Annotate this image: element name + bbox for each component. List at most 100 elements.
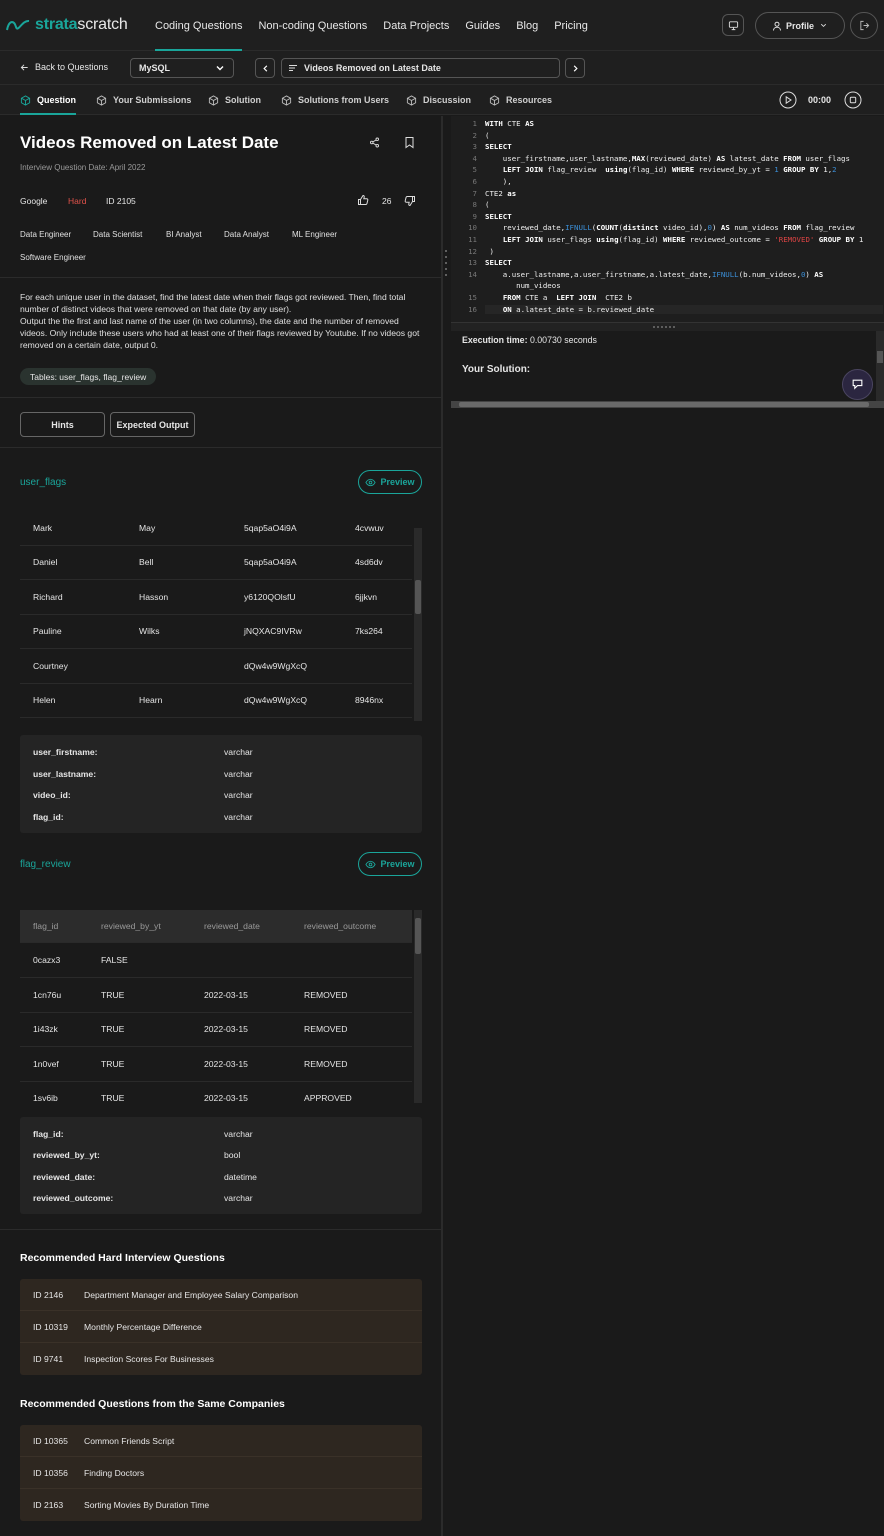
rec-name: Department Manager and Employee Salary C… bbox=[84, 1289, 298, 1300]
cell: 1i43zk bbox=[33, 1023, 58, 1034]
rec-id: ID 2146 bbox=[33, 1289, 64, 1300]
cube-icon bbox=[406, 94, 417, 106]
table-row: 0cazx3 FALSE bbox=[20, 943, 412, 978]
list-item[interactable]: ID 10319 Monthly Percentage Difference bbox=[20, 1311, 422, 1343]
scrollbar-thumb[interactable] bbox=[415, 918, 421, 954]
recommended-hard-title: Recommended Hard Interview Questions bbox=[20, 1252, 225, 1264]
question-title-value: Videos Removed on Latest Date bbox=[304, 63, 441, 73]
resize-handle-horizontal[interactable] bbox=[451, 322, 884, 331]
logo[interactable]: stratascratch bbox=[5, 13, 128, 37]
line-number: 5 bbox=[472, 165, 477, 175]
drag-dots-icon bbox=[653, 326, 675, 328]
code-line: a.user_lastname,a.user_firstname,a.lates… bbox=[485, 269, 824, 279]
execution-time-value: 0.00730 seconds bbox=[529, 335, 597, 345]
list-item[interactable]: ID 2163 Sorting Movies By Duration Time bbox=[20, 1489, 422, 1521]
chevron-down-icon bbox=[216, 66, 224, 71]
schema-type: varchar bbox=[224, 812, 253, 822]
cell: dQw4w9WgXcQ bbox=[244, 694, 308, 705]
table-scrollbar[interactable] bbox=[414, 910, 422, 1103]
tab-label: Your Submissions bbox=[113, 95, 192, 105]
schema-row: flag_id: bbox=[33, 812, 64, 822]
stop-timer-button[interactable] bbox=[844, 85, 862, 115]
code-line: SELECT bbox=[485, 211, 512, 221]
rec-id: ID 2163 bbox=[33, 1500, 64, 1510]
divider bbox=[0, 277, 441, 278]
dislike-button[interactable] bbox=[404, 195, 416, 209]
list-item[interactable]: ID 2146 Department Manager and Employee … bbox=[20, 1279, 422, 1311]
code-line: ON a.latest_date = b.reviewed_date bbox=[485, 304, 883, 314]
cell: 5qap5aO4i9A bbox=[244, 556, 297, 567]
code-line: CTE2 as bbox=[485, 188, 517, 198]
cube-icon bbox=[281, 94, 292, 106]
preview-flag-review-button[interactable]: Preview bbox=[358, 852, 422, 876]
play-timer-button[interactable] bbox=[779, 85, 797, 115]
profile-button[interactable]: Profile bbox=[755, 12, 845, 39]
tab-solution[interactable]: Solution bbox=[208, 85, 261, 115]
list-item[interactable]: ID 10356 Finding Doctors bbox=[20, 1457, 422, 1489]
scrollbar-thumb[interactable] bbox=[877, 351, 883, 363]
recommended-same-companies-title: Recommended Questions from the Same Comp… bbox=[20, 1398, 285, 1410]
tab-resources[interactable]: Resources bbox=[489, 85, 552, 115]
eye-icon bbox=[365, 478, 377, 486]
tables-pill: Tables: user_flags, flag_review bbox=[20, 368, 157, 385]
nav-non-coding-questions[interactable]: Non-coding Questions bbox=[258, 0, 367, 51]
recommended-hard-list: ID 2146 Department Manager and Employee … bbox=[20, 1279, 422, 1375]
tab-discussion[interactable]: Discussion bbox=[406, 85, 471, 115]
preview-user-flags-button[interactable]: Preview bbox=[358, 470, 422, 494]
cell: REMOVED bbox=[304, 1058, 348, 1069]
code-editor[interactable]: 1 WITH CTE AS 2 (3 SELECT 4 user_firstname,us… bbox=[451, 116, 884, 322]
code-line: ) bbox=[485, 246, 494, 256]
results-horizontal-scrollbar[interactable] bbox=[451, 401, 884, 408]
role-tag: ML Engineer bbox=[292, 230, 338, 239]
execution-time-label: Execution time: bbox=[462, 335, 528, 345]
your-solution-label: Your Solution: bbox=[462, 364, 531, 375]
chevron-right-icon bbox=[573, 64, 578, 72]
logout-button[interactable] bbox=[850, 12, 878, 39]
nav-blog[interactable]: Blog bbox=[516, 0, 538, 51]
resize-handle-vertical[interactable] bbox=[444, 248, 448, 278]
schema-row: user_firstname: bbox=[33, 747, 97, 757]
line-number: 8 bbox=[472, 200, 477, 210]
results-panel: Execution time: 0.00730 seconds Your Sol… bbox=[451, 331, 884, 409]
like-button[interactable] bbox=[357, 194, 369, 208]
scrollbar-thumb[interactable] bbox=[459, 402, 869, 407]
logo-text: stratascratch bbox=[35, 16, 128, 33]
cell: dQw4w9WgXcQ bbox=[244, 660, 308, 671]
hints-button[interactable]: Hints bbox=[20, 412, 105, 437]
question-title-field[interactable]: Videos Removed on Latest Date bbox=[281, 58, 560, 78]
main-nav: Coding Questions Non-coding Questions Da… bbox=[155, 0, 604, 51]
previous-question-button[interactable] bbox=[255, 58, 275, 78]
list-item[interactable]: ID 9741 Inspection Scores For Businesses bbox=[20, 1343, 422, 1375]
cell: Hearn bbox=[139, 694, 163, 705]
expected-output-button[interactable]: Expected Output bbox=[110, 412, 195, 437]
bookmark-button[interactable] bbox=[404, 136, 415, 151]
share-button[interactable] bbox=[369, 137, 380, 150]
nav-guides[interactable]: Guides bbox=[465, 0, 500, 51]
scrollbar-thumb[interactable] bbox=[415, 580, 421, 614]
nav-data-projects[interactable]: Data Projects bbox=[383, 0, 449, 51]
language-select[interactable]: MySQL bbox=[130, 58, 234, 78]
cell: Courtney bbox=[33, 660, 68, 671]
nav-coding-questions[interactable]: Coding Questions bbox=[155, 0, 243, 51]
table-scrollbar[interactable] bbox=[414, 528, 422, 721]
monitor-button[interactable] bbox=[722, 14, 744, 36]
table-row: Richard Hasson y6120QOlsfU 6jjkvn bbox=[20, 580, 412, 615]
table-row: 1i43zk TRUE 2022-03-15 REMOVED bbox=[20, 1012, 412, 1047]
role-tag: BI Analyst bbox=[166, 230, 202, 239]
schema-row: video_id: bbox=[33, 790, 71, 800]
list-item[interactable]: ID 10365 Common Friends Script bbox=[20, 1425, 422, 1457]
cell: Hasson bbox=[139, 591, 169, 602]
code-line: ( bbox=[485, 200, 490, 210]
line-number: 6 bbox=[472, 177, 477, 186]
feedback-button[interactable] bbox=[842, 369, 873, 400]
schema-column: reviewed_outcome: bbox=[33, 1193, 114, 1203]
tab-question[interactable]: Question bbox=[20, 85, 77, 115]
results-scrollbar[interactable] bbox=[876, 331, 884, 401]
tab-solutions-from-users[interactable]: Solutions from Users bbox=[281, 85, 389, 115]
nav-pricing[interactable]: Pricing bbox=[554, 0, 588, 51]
next-question-button[interactable] bbox=[565, 58, 585, 78]
schema-column: user_firstname: bbox=[33, 747, 98, 757]
tab-label: Solution bbox=[225, 95, 261, 105]
tab-your-submissions[interactable]: Your Submissions bbox=[96, 85, 191, 115]
back-to-questions-link[interactable]: Back to Questions bbox=[20, 62, 108, 72]
